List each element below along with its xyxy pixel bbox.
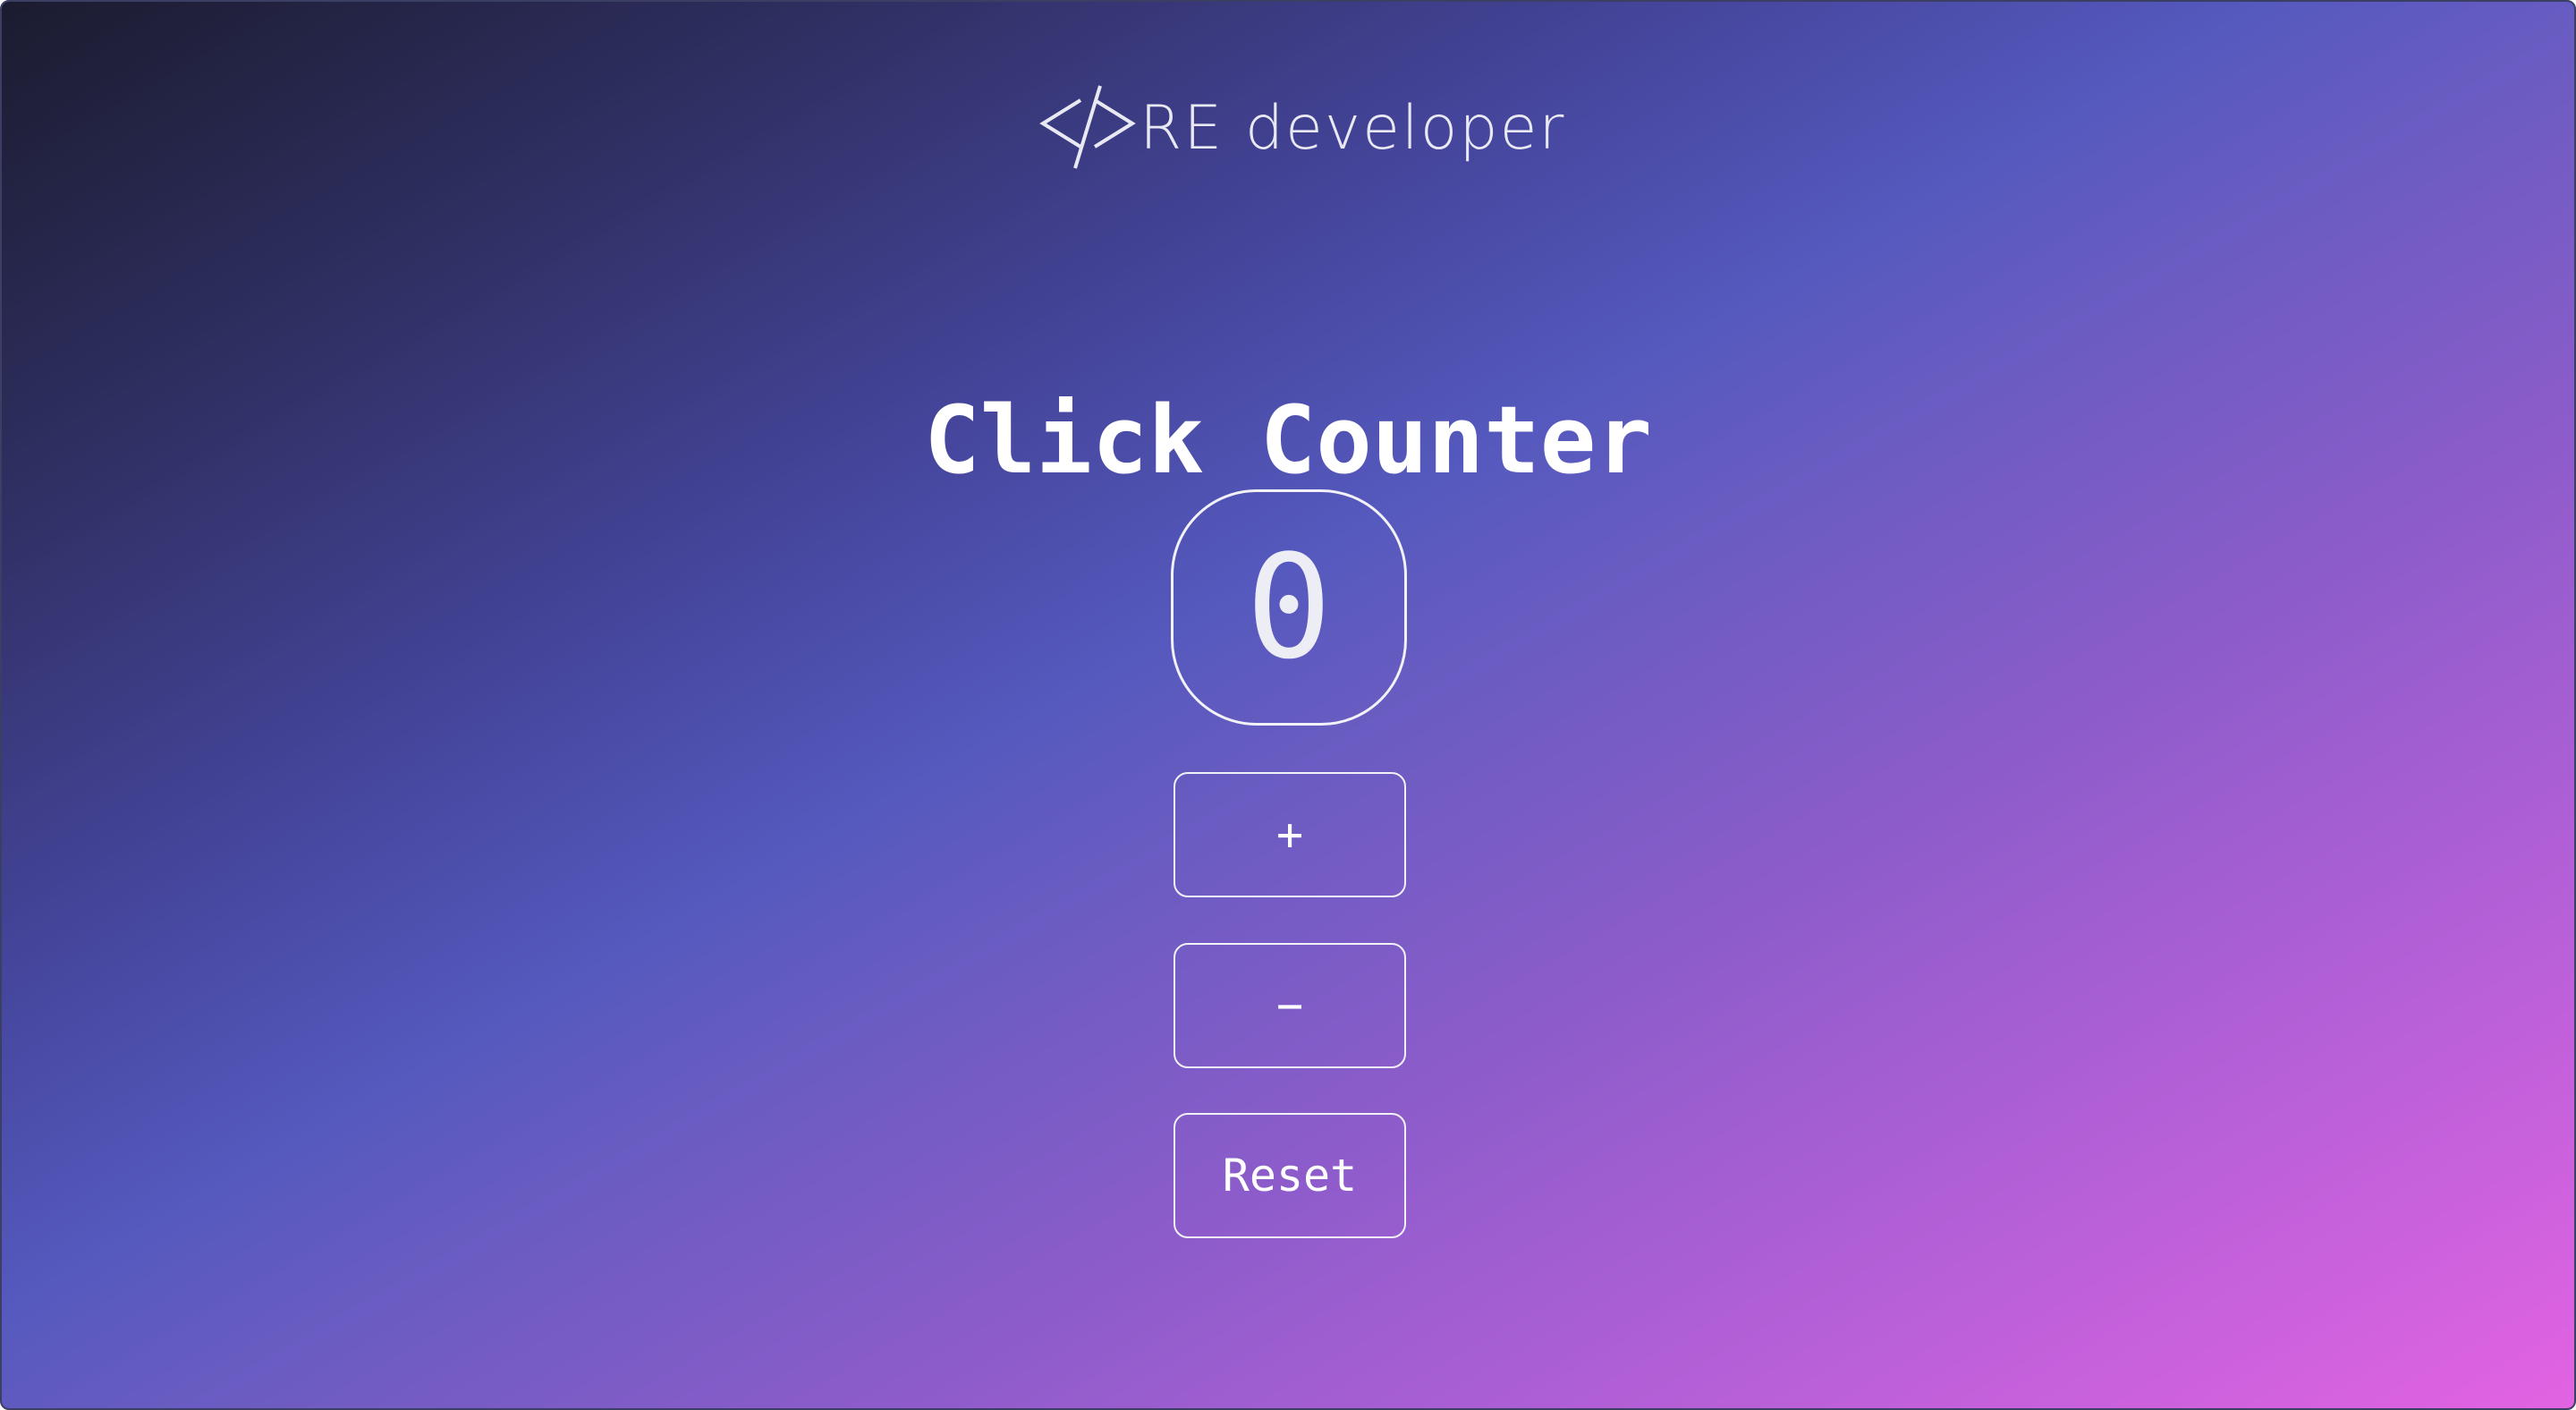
page-title: Click Counter xyxy=(924,385,1652,495)
counter-value: 0 xyxy=(1245,523,1333,691)
logo: RE developer xyxy=(1038,84,1565,174)
reset-label: Reset xyxy=(1222,1150,1358,1202)
decrement-button[interactable]: − xyxy=(1174,943,1406,1068)
counter-display: 0 xyxy=(1171,489,1407,726)
app-window: RE developer Click Counter 0 + − Reset xyxy=(0,0,2576,1410)
code-brackets-icon xyxy=(1038,84,1138,174)
decrement-label: − xyxy=(1275,980,1304,1032)
increment-button[interactable]: + xyxy=(1174,772,1406,897)
logo-text: RE developer xyxy=(1140,93,1566,164)
increment-label: + xyxy=(1275,809,1304,861)
reset-button[interactable]: Reset xyxy=(1174,1113,1406,1238)
